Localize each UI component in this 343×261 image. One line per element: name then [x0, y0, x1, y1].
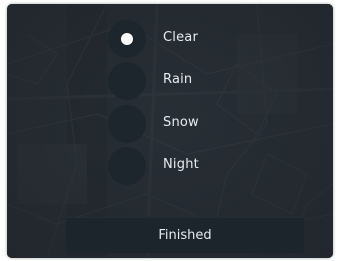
option-label-snow: Snow: [163, 115, 199, 130]
radio-night[interactable]: [108, 147, 146, 185]
weather-selection-panel: Clear Rain Snow Night Finished: [7, 4, 333, 258]
option-label-clear: Clear: [163, 30, 198, 45]
radio-snow[interactable]: [108, 105, 146, 143]
option-snow[interactable]: Snow: [108, 105, 248, 143]
option-rain[interactable]: Rain: [108, 62, 248, 100]
selected-dot: [121, 33, 133, 45]
option-night[interactable]: Night: [108, 147, 248, 185]
finished-button[interactable]: Finished: [66, 217, 304, 253]
option-label-night: Night: [163, 157, 199, 172]
option-label-rain: Rain: [163, 72, 193, 87]
radio-rain[interactable]: [108, 62, 146, 100]
option-clear[interactable]: Clear: [108, 20, 248, 58]
radio-clear[interactable]: [108, 20, 146, 58]
